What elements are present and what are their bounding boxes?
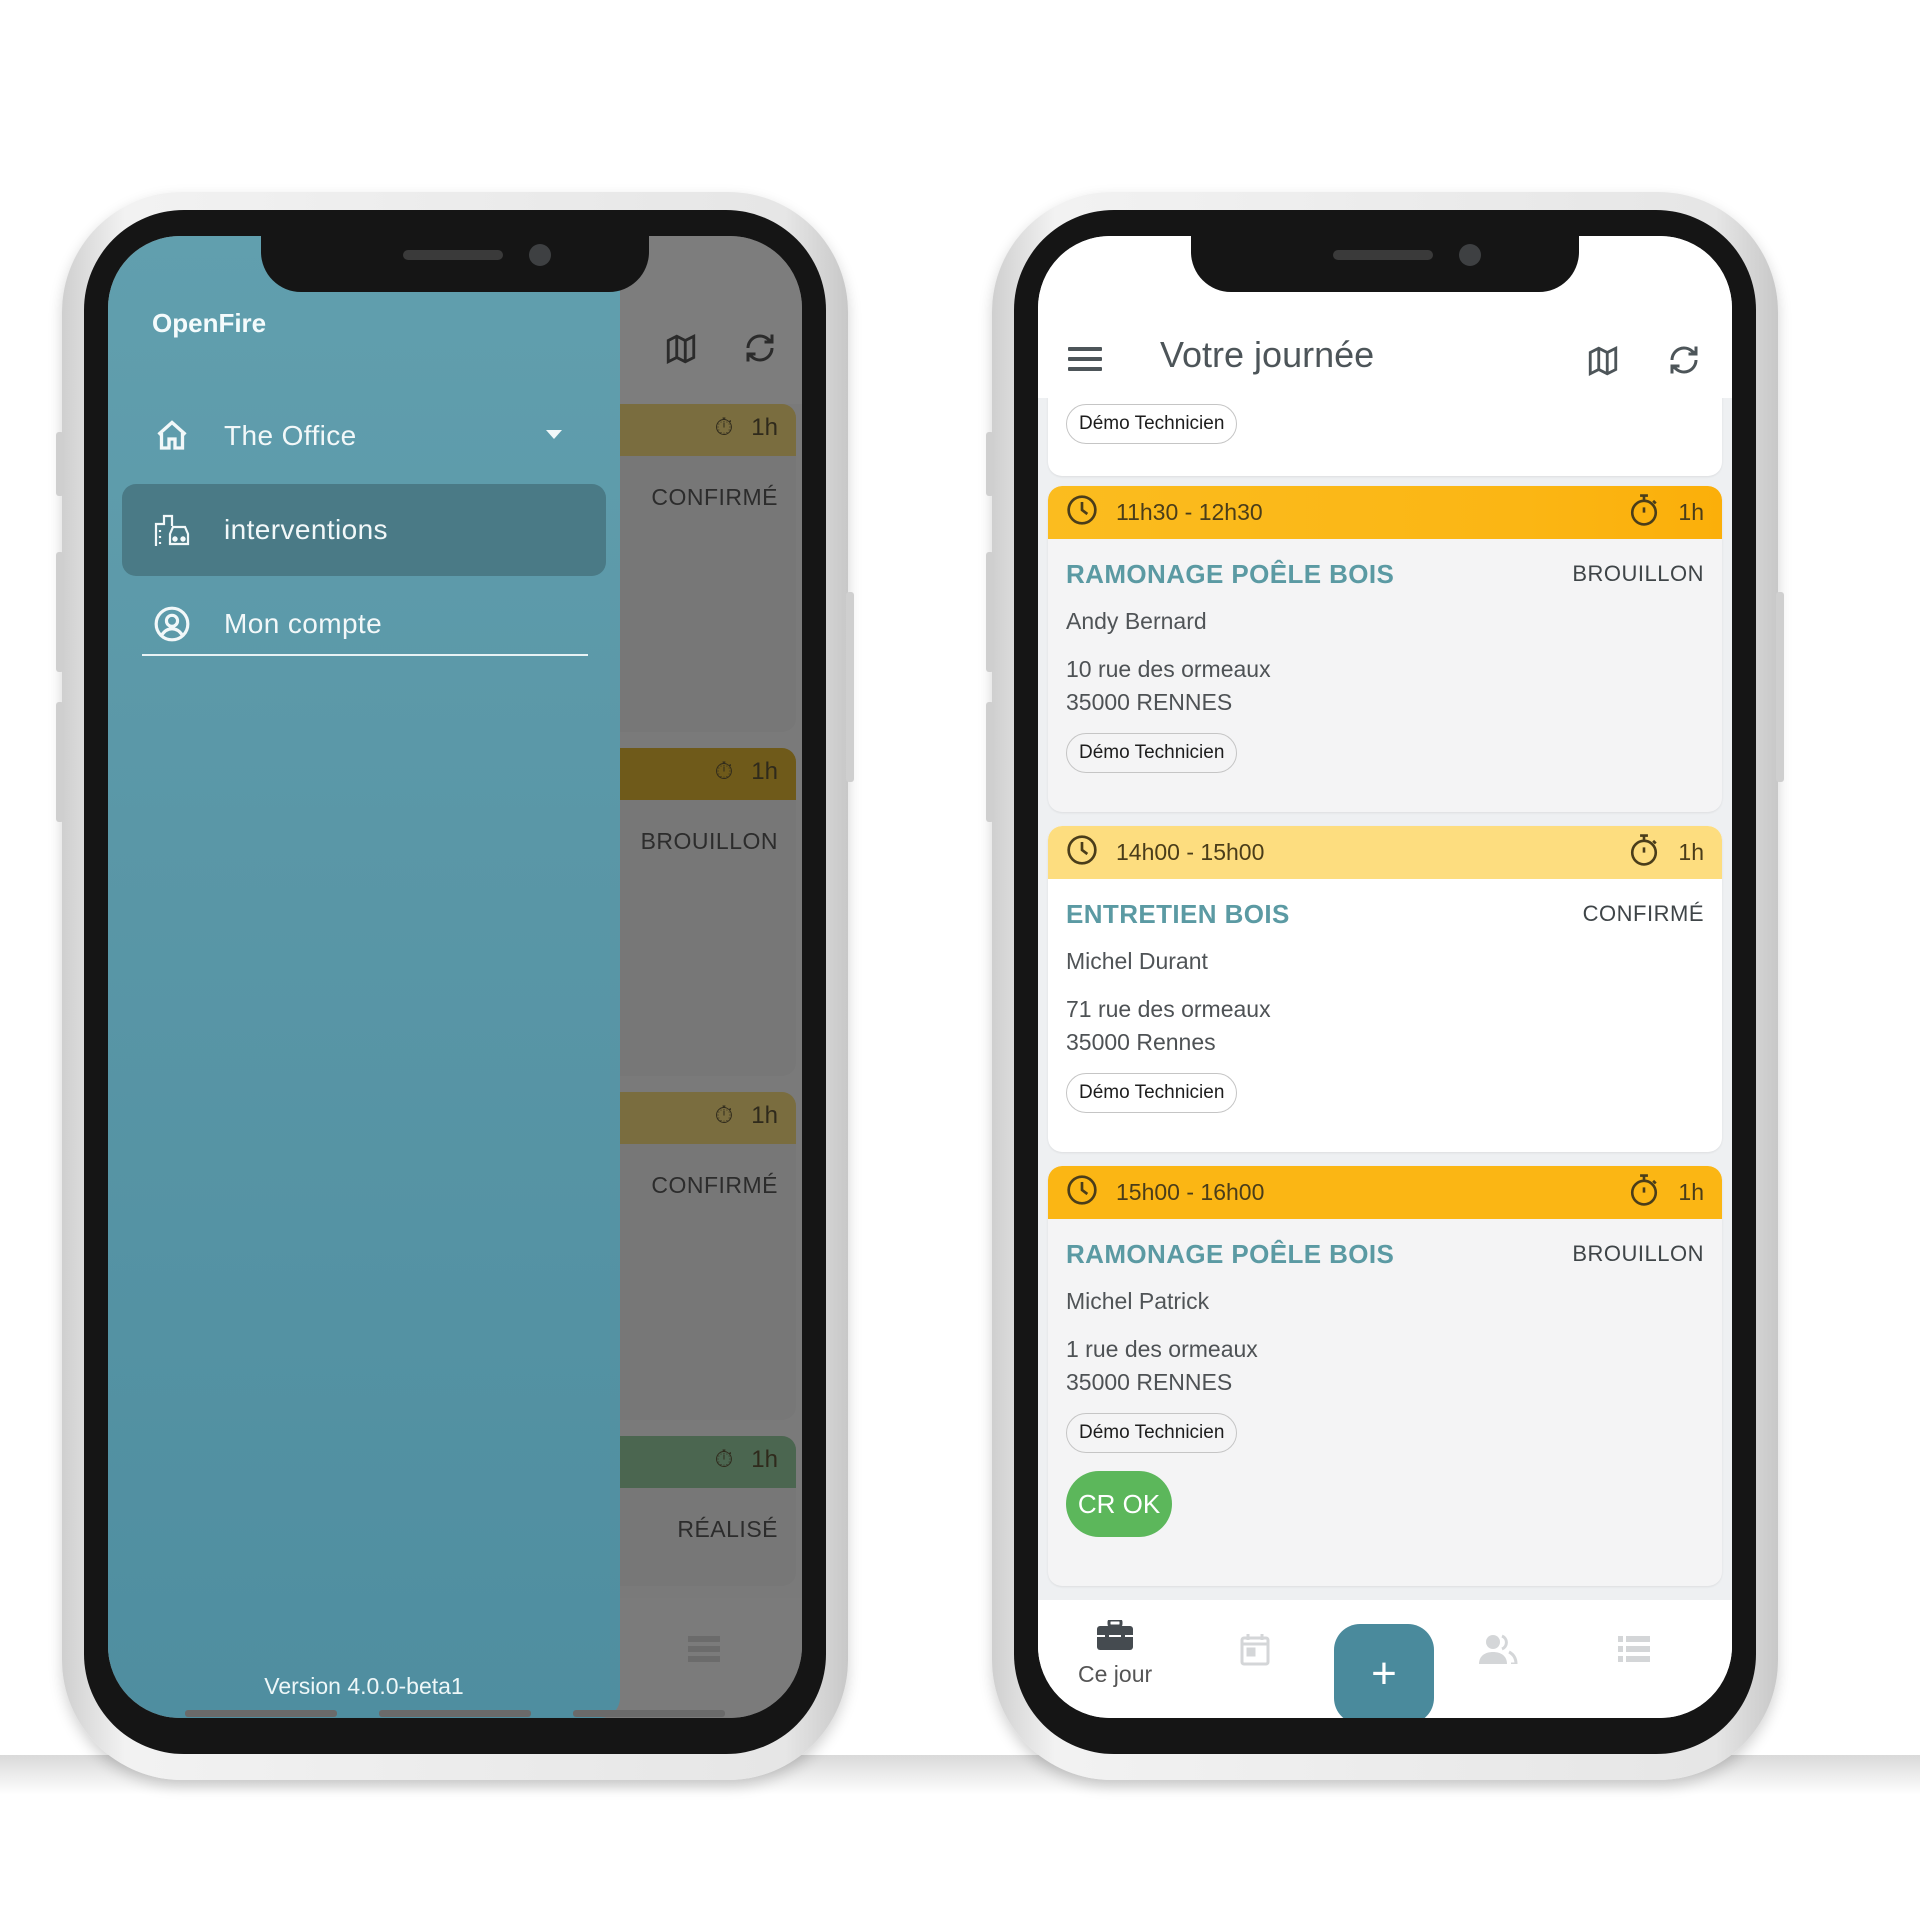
stopwatch-icon: ⏱ — [714, 758, 734, 785]
drawer-item-label: interventions — [224, 514, 388, 545]
status-label: BROUILLON — [1572, 561, 1704, 586]
status-label: CONFIRMÉ — [1582, 901, 1704, 926]
tab-ce-jour[interactable]: Ce jour — [1078, 1618, 1153, 1688]
address-line1: 1 rue des ormeaux — [1066, 1336, 1258, 1362]
list-icon — [1618, 1636, 1650, 1667]
map-icon — [664, 332, 698, 371]
phone-button — [986, 552, 994, 672]
status-label: CONFIRMÉ — [651, 484, 778, 510]
briefcase-icon — [1097, 1618, 1134, 1655]
address-line2: 35000 RENNES — [1066, 689, 1233, 715]
drawer-item-label: The Office — [224, 420, 357, 451]
status-label: RÉALISÉ — [677, 1516, 778, 1542]
duration: 1h — [1678, 839, 1704, 865]
page-title: Votre journée — [1160, 334, 1375, 375]
client-name: Michel Durant — [1066, 948, 1208, 974]
menu-icon[interactable] — [1068, 346, 1102, 377]
drawer-item-label: Mon compte — [224, 608, 383, 639]
time-range: 11h30 - 12h30 — [1116, 499, 1263, 525]
app-version: Version 4.0.0-beta1 — [264, 1673, 464, 1699]
technician-chip[interactable]: Démo Technicien — [1066, 733, 1238, 773]
stopwatch-icon: ⏱ — [714, 1446, 734, 1473]
phone-screen: Votre journée 35000 RENNES Démo Technici… — [1038, 236, 1732, 1718]
phone-button — [1776, 592, 1784, 782]
caret-down-icon[interactable] — [546, 430, 562, 439]
calendar-icon — [1240, 1632, 1270, 1671]
account-circle-icon — [152, 604, 192, 644]
stopwatch-icon: ⏱ — [714, 414, 734, 441]
home-indicator — [108, 1710, 802, 1718]
drawer-divider — [142, 654, 588, 656]
address-line2: 35000 RENNES — [1066, 1369, 1233, 1395]
list-icon — [688, 1636, 720, 1667]
phone-left: ⏱ 1h CONFIRMÉ ⏱ 1h BROUILLON ⏱ 1h CONFIRMÉ … — [56, 192, 854, 1780]
stopwatch-icon — [1628, 493, 1660, 533]
time-band: 11h30 - 12h30 1h — [1048, 486, 1722, 539]
clock-icon — [1066, 494, 1098, 532]
address-line1: 10 rue des ormeaux — [1066, 656, 1271, 682]
client-name: Andy Bernard — [1066, 608, 1207, 634]
technician-chip[interactable]: Démo Technicien — [1066, 404, 1238, 444]
intervention-type: RAMONAGE POÊLE BOIS — [1066, 1239, 1395, 1269]
sync-icon — [742, 330, 778, 371]
stopwatch-icon — [1628, 833, 1660, 873]
drawer-item-mon-compte[interactable]: Mon compte — [122, 578, 606, 670]
intervention-type: ENTRETIEN BOIS — [1066, 899, 1290, 929]
tab-people[interactable] — [1478, 1634, 1518, 1669]
notch — [261, 236, 649, 292]
tab-label: Ce jour — [1078, 1661, 1153, 1687]
phone-button — [56, 432, 64, 496]
address-line1: 71 rue des ormeaux — [1066, 996, 1271, 1022]
phone-screen: ⏱ 1h CONFIRMÉ ⏱ 1h BROUILLON ⏱ 1h CONFIRMÉ … — [108, 236, 802, 1718]
status-label: CONFIRMÉ — [651, 1172, 778, 1198]
time-range: 14h00 - 15h00 — [1116, 839, 1265, 865]
time-band: 15h00 - 16h00 1h — [1048, 1166, 1722, 1219]
client-name: Michel Patrick — [1066, 1288, 1210, 1314]
phone-button — [986, 432, 994, 496]
drawer-item-interventions[interactable]: interventions — [122, 484, 606, 576]
technician-chip[interactable]: Démo Technicien — [1066, 1073, 1238, 1113]
tab-calendar[interactable] — [1240, 1632, 1270, 1671]
drawer-item-the-office[interactable]: The Office — [122, 390, 606, 482]
phone-button — [986, 702, 994, 822]
duration: 1h — [1678, 1179, 1704, 1205]
intervention-type: RAMONAGE POÊLE BOIS — [1066, 559, 1395, 589]
notch — [1191, 236, 1579, 292]
stopwatch-icon: ⏱ — [714, 1102, 734, 1129]
duration: 1h — [1678, 499, 1704, 525]
sync-icon[interactable] — [1666, 342, 1702, 383]
time-band: 14h00 - 15h00 1h — [1048, 826, 1722, 879]
navigation-drawer: OpenFire The Office interventions Mon co… — [108, 236, 620, 1718]
people-icon — [1478, 1634, 1518, 1669]
address-line2: 35000 Rennes — [1066, 1029, 1216, 1055]
clock-icon — [1066, 834, 1098, 872]
clock-icon — [1066, 1174, 1098, 1212]
phone-button — [56, 552, 64, 672]
status-label: BROUILLON — [640, 828, 778, 854]
status-label: BROUILLON — [1572, 1241, 1704, 1266]
intervention-card[interactable]: 15h00 - 16h00 1h RAMONAGE POÊLE BOIS BROU… — [1048, 1166, 1722, 1586]
technician-chip[interactable]: Démo Technicien — [1066, 1413, 1238, 1453]
intervention-card[interactable]: 11h30 - 12h30 1h RAMONAGE POÊLE BOIS BROU… — [1048, 486, 1722, 812]
add-intervention-button[interactable]: + — [1334, 1624, 1434, 1718]
phone-right: Votre journée 35000 RENNES Démo Technici… — [986, 192, 1784, 1780]
time-range: 15h00 - 16h00 — [1116, 1179, 1265, 1205]
phone-button — [56, 702, 64, 822]
phone-button — [846, 592, 854, 782]
report-ok-badge[interactable]: CR OK — [1066, 1471, 1172, 1537]
home-icon — [152, 416, 192, 456]
map-icon[interactable] — [1586, 344, 1620, 383]
building-car-icon — [152, 510, 192, 550]
app-brand: OpenFire — [152, 308, 267, 338]
stopwatch-icon — [1628, 1173, 1660, 1213]
tab-list[interactable] — [1618, 1636, 1650, 1667]
intervention-card[interactable]: 14h00 - 15h00 1h ENTRETIEN BOIS CONFIRMÉ … — [1048, 826, 1722, 1152]
